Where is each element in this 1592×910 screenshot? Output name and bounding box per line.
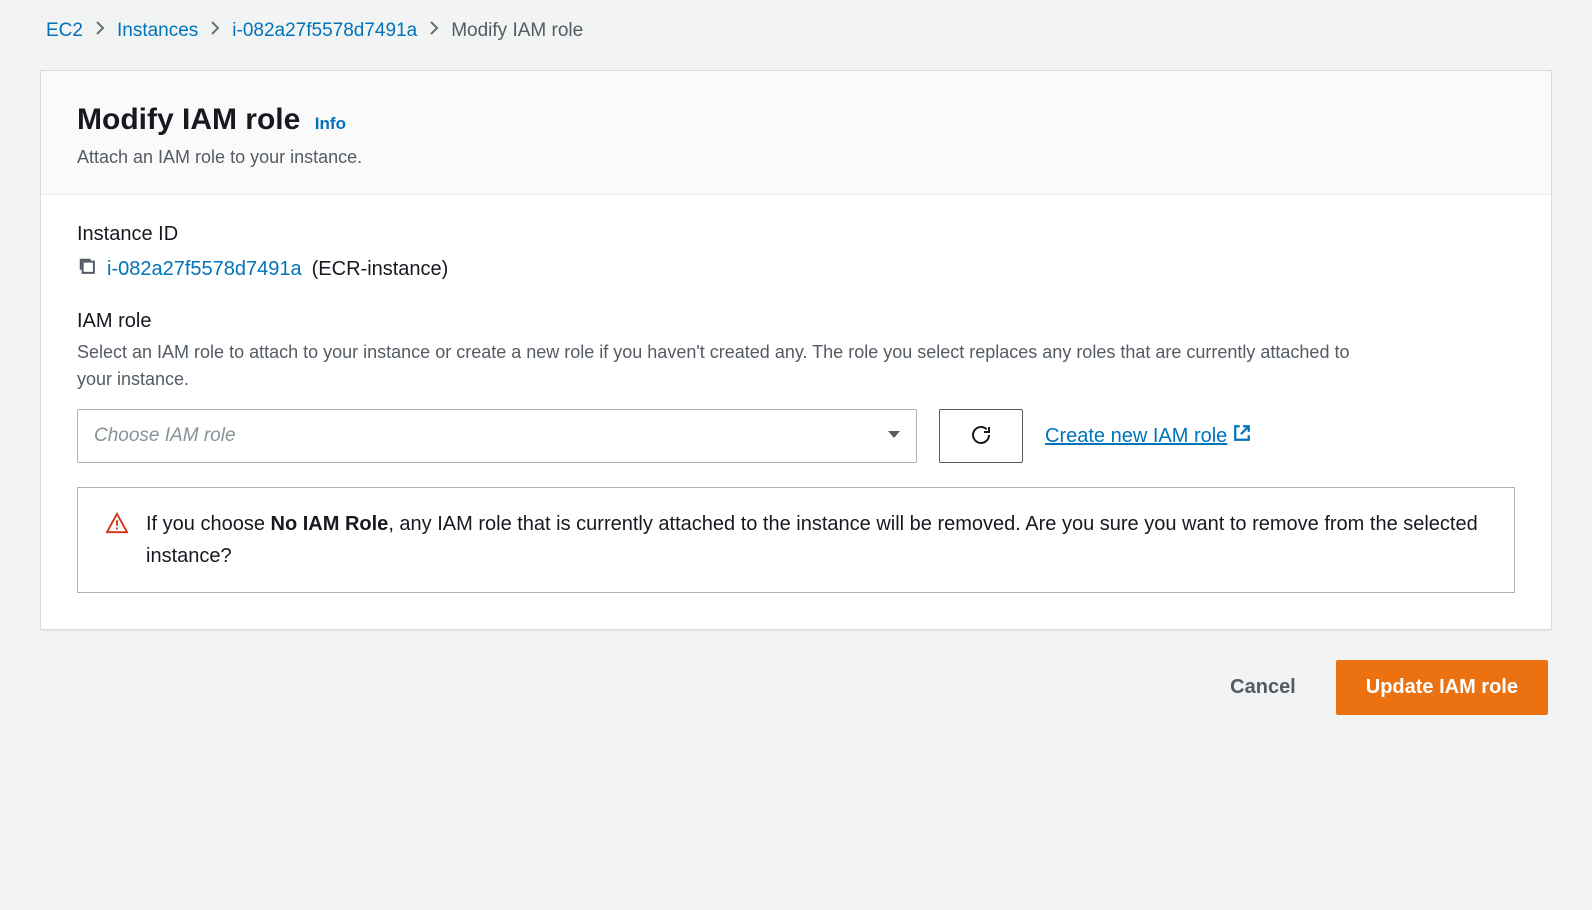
iam-role-controls: Choose IAM role Create new IAM role bbox=[77, 409, 1515, 463]
refresh-icon bbox=[969, 423, 993, 450]
create-iam-role-link[interactable]: Create new IAM role bbox=[1045, 424, 1251, 448]
instance-id-row: i-082a27f5578d7491a (ECR-instance) bbox=[77, 256, 1515, 282]
iam-role-label: IAM role bbox=[77, 310, 1515, 333]
instance-id-label: Instance ID bbox=[77, 223, 1515, 246]
iam-role-select[interactable]: Choose IAM role bbox=[77, 409, 917, 463]
page-title: Modify IAM role bbox=[77, 103, 300, 136]
iam-role-select-button[interactable]: Choose IAM role bbox=[77, 409, 917, 463]
copy-icon[interactable] bbox=[77, 256, 97, 282]
update-iam-role-button[interactable]: Update IAM role bbox=[1336, 660, 1548, 715]
main-panel: Modify IAM role Info Attach an IAM role … bbox=[40, 70, 1552, 630]
breadcrumb-ec2[interactable]: EC2 bbox=[46, 20, 83, 42]
chevron-right-icon bbox=[429, 20, 439, 42]
create-iam-role-link-text: Create new IAM role bbox=[1045, 425, 1227, 448]
info-link[interactable]: Info bbox=[315, 114, 346, 133]
warning-alert: If you choose No IAM Role, any IAM role … bbox=[77, 487, 1515, 593]
refresh-button[interactable] bbox=[939, 409, 1023, 463]
breadcrumb: EC2 Instances i-082a27f5578d7491a Modify… bbox=[40, 20, 1552, 42]
panel-body: Instance ID i-082a27f5578d7491a (ECR-ins… bbox=[41, 195, 1551, 629]
breadcrumb-instance-id[interactable]: i-082a27f5578d7491a bbox=[232, 20, 417, 42]
chevron-right-icon bbox=[95, 20, 105, 42]
breadcrumb-instances[interactable]: Instances bbox=[117, 20, 198, 42]
external-link-icon bbox=[1233, 424, 1251, 448]
cancel-button[interactable]: Cancel bbox=[1230, 676, 1296, 699]
warning-text-before: If you choose bbox=[146, 513, 271, 535]
caret-down-icon bbox=[887, 427, 901, 445]
instance-id-link[interactable]: i-082a27f5578d7491a bbox=[107, 258, 302, 281]
breadcrumb-current: Modify IAM role bbox=[451, 20, 583, 42]
warning-text: If you choose No IAM Role, any IAM role … bbox=[146, 508, 1486, 572]
instance-name-suffix: (ECR-instance) bbox=[312, 258, 449, 281]
footer-actions: Cancel Update IAM role bbox=[40, 660, 1552, 715]
warning-icon bbox=[106, 512, 128, 539]
chevron-right-icon bbox=[210, 20, 220, 42]
iam-role-description: Select an IAM role to attach to your ins… bbox=[77, 339, 1357, 393]
warning-text-bold: No IAM Role bbox=[271, 513, 389, 535]
panel-header: Modify IAM role Info Attach an IAM role … bbox=[41, 71, 1551, 195]
page-subtitle: Attach an IAM role to your instance. bbox=[77, 147, 1515, 168]
